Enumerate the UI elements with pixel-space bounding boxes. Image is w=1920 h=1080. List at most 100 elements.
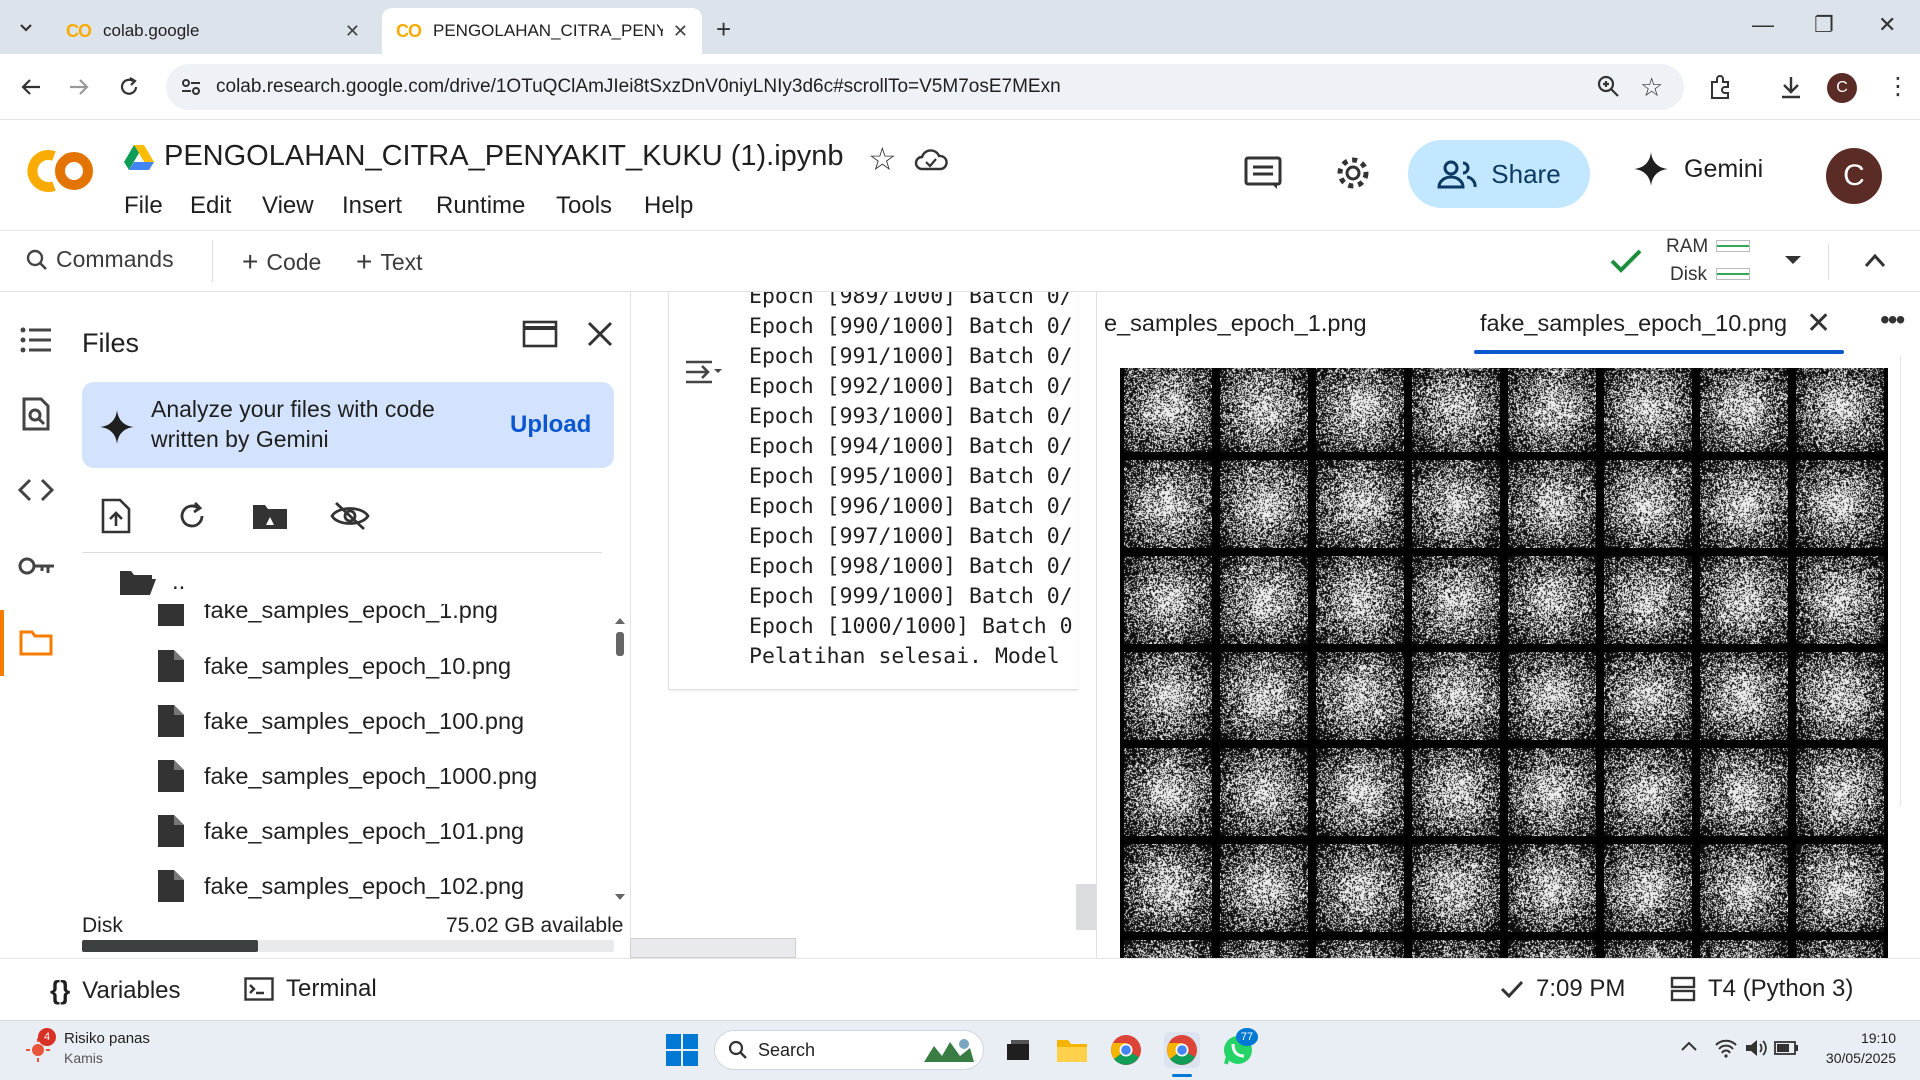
downloads-icon[interactable]: [1778, 74, 1804, 100]
collapse-header-icon[interactable]: [1864, 252, 1886, 268]
menu-runtime[interactable]: Runtime: [436, 192, 525, 220]
open-in-tab-icon[interactable]: [522, 320, 558, 348]
viewer-tab-epoch-1[interactable]: e_samples_epoch_1.png: [1104, 310, 1367, 337]
weather-title[interactable]: Risiko panas: [64, 1030, 150, 1047]
url-text[interactable]: colab.research.google.com/drive/1OTuQClA…: [216, 76, 1061, 98]
file-name: fake_samples_epoch_10.png: [204, 652, 512, 679]
restore-icon[interactable]: ❐: [1814, 12, 1834, 38]
zoom-icon[interactable]: [1596, 74, 1620, 98]
chrome-profile-taskbar-icon[interactable]: [1164, 1032, 1200, 1068]
sample-tile: [1700, 652, 1788, 740]
menu-tools[interactable]: Tools: [556, 192, 612, 220]
parent-folder-row[interactable]: ..: [118, 562, 185, 602]
output-horizontal-scrollbar[interactable]: [630, 938, 796, 958]
gemini-button[interactable]: Gemini: [1634, 152, 1763, 186]
bookmark-star-icon[interactable]: ☆: [1640, 72, 1663, 103]
file-row[interactable]: fake_samples_epoch_1000.png: [156, 756, 537, 796]
close-icon[interactable]: ✕: [345, 21, 360, 42]
code-label: Code: [266, 248, 322, 275]
settings-gear-icon[interactable]: [1334, 154, 1372, 192]
upload-link[interactable]: Upload: [510, 411, 591, 439]
google-drive-icon[interactable]: [124, 144, 154, 170]
browser-tab-notebook[interactable]: CO PENGOLAHAN_CITRA_PENYAKI ✕: [382, 8, 702, 54]
sample-tile: [1124, 460, 1212, 548]
file-row[interactable]: fake_samples_epoch_1.png: [156, 604, 498, 630]
resources-dropdown-icon[interactable]: [1784, 254, 1802, 266]
notebook-title[interactable]: PENGOLAHAN_CITRA_PENYAKIT_KUKU (1).ipynb: [164, 140, 844, 173]
output-actions-icon[interactable]: [684, 356, 722, 388]
chrome-icon[interactable]: [1108, 1032, 1144, 1068]
disk-usage-fill: [82, 940, 258, 952]
show-hidden-icons-chevron-up-icon[interactable]: [1680, 1040, 1698, 1052]
colab-logo[interactable]: [24, 146, 96, 196]
windows-start-icon[interactable]: [666, 1034, 698, 1066]
code-snippets-icon[interactable]: [18, 472, 54, 508]
sample-tile: [1604, 556, 1692, 644]
add-code-button[interactable]: + Code: [242, 246, 321, 278]
runtime-info[interactable]: T4 (Python 3): [1670, 975, 1853, 1003]
browser-tab-colab-google[interactable]: CO colab.google ✕: [52, 8, 374, 54]
share-button[interactable]: Share: [1408, 140, 1590, 208]
file-row[interactable]: fake_samples_epoch_101.png: [156, 811, 524, 851]
file-row[interactable]: fake_samples_epoch_10.png: [156, 646, 511, 686]
refresh-icon[interactable]: [172, 496, 212, 536]
forward-arrow-icon[interactable]: [64, 72, 94, 102]
minimize-icon[interactable]: —: [1752, 12, 1774, 38]
file-row[interactable]: fake_samples_epoch_102.png: [156, 866, 524, 904]
mount-drive-icon[interactable]: [250, 496, 290, 536]
tab-search-dropdown[interactable]: [8, 10, 44, 44]
extensions-puzzle-icon[interactable]: [1708, 74, 1734, 100]
file-explorer-icon[interactable]: [1054, 1032, 1090, 1068]
connected-check-icon[interactable]: [1610, 248, 1642, 274]
commands-button[interactable]: Commands: [26, 246, 174, 273]
menu-insert[interactable]: Insert: [342, 192, 402, 220]
menu-edit[interactable]: Edit: [190, 192, 231, 220]
files-folder-icon[interactable]: [18, 624, 54, 660]
menu-help[interactable]: Help: [644, 192, 693, 220]
back-arrow-icon[interactable]: [16, 72, 46, 102]
close-icon[interactable]: ✕: [1806, 306, 1831, 341]
new-tab-plus-icon[interactable]: +: [716, 14, 731, 45]
reload-icon[interactable]: [114, 72, 144, 102]
secrets-key-icon[interactable]: [18, 548, 54, 584]
sample-tile: [1220, 940, 1308, 958]
file-row[interactable]: fake_samples_epoch_100.png: [156, 701, 524, 741]
files-scrollbar[interactable]: [614, 614, 625, 900]
chrome-profile-avatar[interactable]: C: [1827, 73, 1857, 103]
table-of-contents-icon[interactable]: [18, 322, 54, 358]
execution-status[interactable]: 7:09 PM: [1500, 975, 1625, 1003]
window-close-icon[interactable]: ✕: [1878, 12, 1896, 38]
star-icon[interactable]: ☆: [868, 140, 897, 178]
site-info-icon[interactable]: [180, 76, 202, 98]
sample-tile: [1220, 556, 1308, 644]
file-name: fake_samples_epoch_100.png: [204, 707, 525, 734]
battery-icon[interactable]: [1774, 1040, 1800, 1056]
close-panel-icon[interactable]: [586, 320, 614, 348]
upload-file-icon[interactable]: [96, 496, 136, 536]
chrome-menu-icon[interactable]: ⋮: [1886, 72, 1910, 101]
wifi-icon[interactable]: [1714, 1038, 1738, 1058]
hide-files-eye-icon[interactable]: [330, 496, 370, 536]
menu-file[interactable]: File: [124, 192, 163, 220]
close-icon[interactable]: ✕: [673, 21, 688, 42]
cloud-saved-icon[interactable]: [914, 148, 948, 172]
terminal-button[interactable]: Terminal: [244, 975, 377, 1003]
viewer-tab-epoch-10[interactable]: fake_samples_epoch_10.png: [1480, 310, 1787, 337]
notebook-scrollbar-thumb[interactable]: [1076, 884, 1096, 930]
task-view-icon[interactable]: [1000, 1032, 1036, 1068]
find-replace-icon[interactable]: [18, 396, 54, 432]
clock-date[interactable]: 30/05/2025: [1816, 1050, 1896, 1066]
more-options-icon[interactable]: •••: [1880, 304, 1905, 336]
file-name: fake_samples_epoch_102.png: [204, 872, 525, 899]
output-line: Epoch [991/1000] Batch 0/: [749, 344, 1073, 369]
folder-open-icon: [120, 571, 156, 595]
cell-output: Epoch [989/1000] Batch 0/ Epoch [990/100…: [668, 292, 1078, 690]
add-text-button[interactable]: + Text: [356, 246, 423, 278]
viewer-scrollbar[interactable]: [1900, 356, 1920, 806]
clock-time[interactable]: 19:10: [1840, 1030, 1896, 1046]
volume-icon[interactable]: [1744, 1038, 1768, 1058]
account-avatar[interactable]: C: [1826, 148, 1882, 204]
menu-view[interactable]: View: [262, 192, 314, 220]
comments-icon[interactable]: [1244, 156, 1282, 190]
variables-button[interactable]: {} Variables: [50, 975, 181, 1006]
